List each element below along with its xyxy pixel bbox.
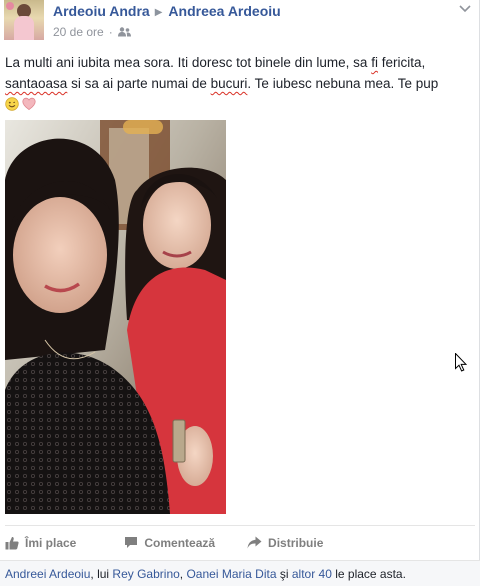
- misspelled-word: bucuri: [210, 76, 248, 91]
- misspelled-word: fi: [371, 55, 378, 70]
- comment-icon: [125, 537, 138, 548]
- comment-label: Comentează: [144, 535, 216, 550]
- smile-emoji-icon: [5, 96, 19, 111]
- chevron-down-icon[interactable]: [458, 2, 472, 14]
- comment-button[interactable]: Comentează: [124, 536, 215, 550]
- friends-icon[interactable]: [117, 27, 131, 37]
- thumbs-up-icon: [5, 536, 19, 549]
- share-label: Distribuie: [268, 535, 324, 550]
- target-link[interactable]: Andreea Ardeoiu: [168, 3, 280, 19]
- mouse-cursor-icon: [455, 352, 468, 372]
- heart-emoji-icon: [22, 96, 36, 111]
- post-photo[interactable]: [5, 120, 226, 514]
- post-meta: 20 de ore ·: [53, 25, 131, 39]
- facebook-post: Ardeoiu Andra ▶ Andreea Ardeoiu 20 de ore …: [0, 0, 480, 586]
- post-text: La multi ani iubita mea sora. Iti doresc…: [5, 52, 473, 115]
- arrow-right-icon: ▶: [154, 7, 163, 18]
- post-header: Ardeoiu Andra ▶ Andreea Ardeoiu 20 de ore …: [4, 0, 476, 42]
- post-author-line: Ardeoiu Andra ▶ Andreea Ardeoiu: [53, 3, 281, 19]
- avatar[interactable]: [4, 0, 44, 40]
- post-actions: Îmi place Comentează Distribuie: [5, 525, 475, 559]
- author-link[interactable]: Ardeoiu Andra: [53, 3, 150, 19]
- liker-link[interactable]: Andreei Ardeoiu: [5, 567, 90, 581]
- share-icon: [247, 536, 262, 549]
- others-link[interactable]: altor 40: [292, 567, 332, 581]
- liker-link[interactable]: Oanei Maria Dita: [186, 567, 276, 581]
- share-button[interactable]: Distribuie: [247, 536, 323, 550]
- like-button[interactable]: Îmi place: [5, 536, 76, 550]
- misspelled-word: santaoasa: [5, 76, 68, 91]
- liker-link[interactable]: Rey Gabrino: [112, 567, 179, 581]
- meta-separator: ·: [108, 25, 113, 39]
- likes-summary: Andreei Ardeoiu, lui Rey Gabrino, Oanei …: [0, 560, 480, 586]
- like-label: Îmi place: [25, 535, 77, 550]
- post-timestamp[interactable]: 20 de ore: [53, 25, 104, 39]
